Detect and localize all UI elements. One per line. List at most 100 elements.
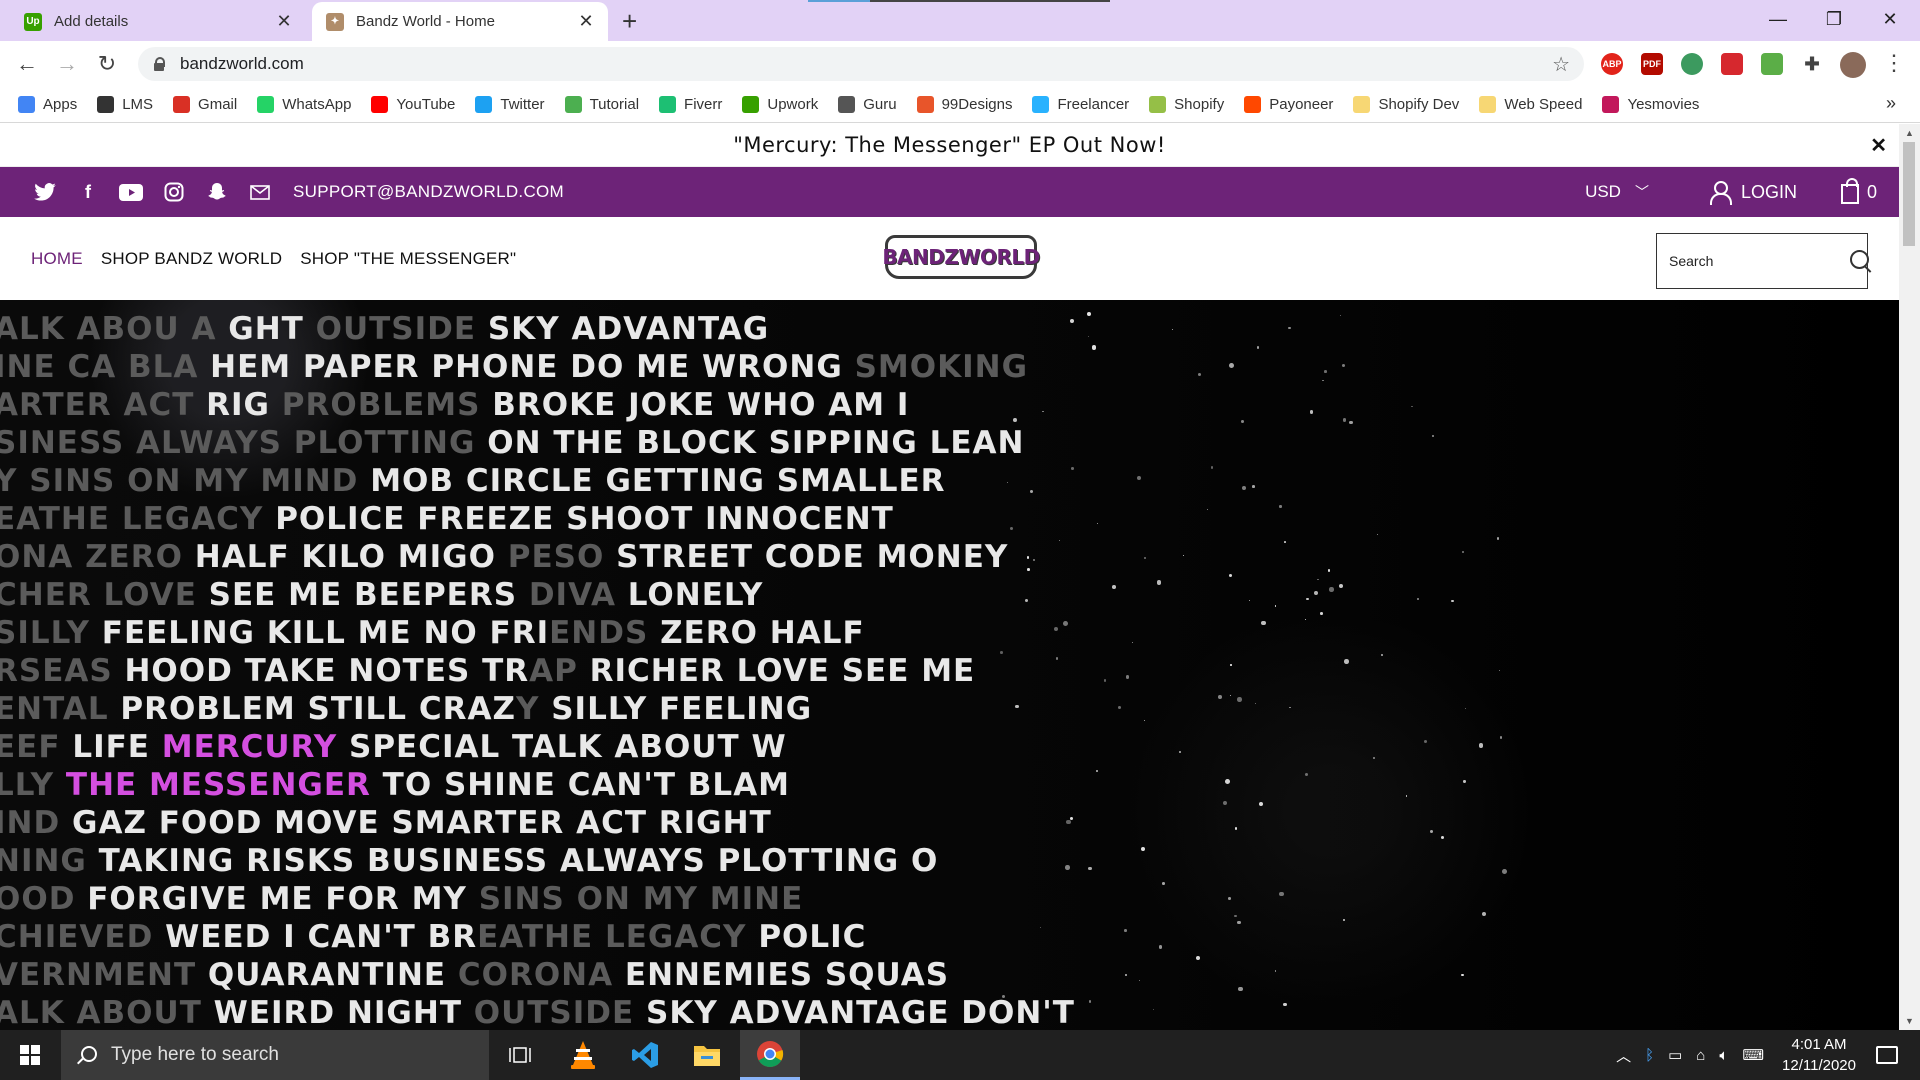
- lyric-segment: SKY ADVANTAG: [487, 311, 770, 347]
- search-icon[interactable]: [1850, 250, 1869, 272]
- bookmark-gmail[interactable]: Gmail: [173, 96, 237, 113]
- url-text[interactable]: bandzworld.com: [180, 54, 1552, 74]
- bookmark-shopify-dev[interactable]: Shopify Dev: [1353, 96, 1459, 113]
- support-email-link[interactable]: SUPPORT@BANDZWORLD.COM: [293, 182, 564, 202]
- bookmark-web-speed[interactable]: Web Speed: [1479, 96, 1582, 113]
- bookmark-tutorial[interactable]: Tutorial: [564, 96, 640, 113]
- close-window-button[interactable]: ✕: [1862, 0, 1918, 38]
- instagram-icon[interactable]: [162, 180, 186, 204]
- network-icon[interactable]: ⌂: [1696, 1047, 1705, 1064]
- menu-item-shop-the-messenger[interactable]: SHOP "THE MESSENGER": [300, 249, 516, 269]
- minimize-button[interactable]: —: [1750, 0, 1806, 38]
- bookmark-youtube[interactable]: YouTube: [371, 96, 455, 113]
- bookmark-shopify[interactable]: Shopify: [1149, 96, 1224, 113]
- site-logo[interactable]: BANDZWORLD: [882, 235, 1040, 279]
- search-box[interactable]: [1656, 233, 1869, 289]
- lyric-line: EEF LIFE MERCURY SPECIAL TALK ABOUT W: [0, 728, 1075, 766]
- login-link[interactable]: LOGIN: [1709, 181, 1797, 205]
- mail-icon[interactable]: [248, 180, 272, 204]
- search-icon: [77, 1046, 97, 1064]
- back-button[interactable]: ←: [12, 49, 42, 79]
- lyric-line: ALK ABOU A GHT OUTSIDE SKY ADVANTAG: [0, 310, 1075, 348]
- twitter-icon[interactable]: [33, 180, 57, 204]
- search-input[interactable]: [1669, 253, 1850, 269]
- cart-button[interactable]: 0: [1840, 178, 1877, 204]
- shopify-extension-icon[interactable]: [1761, 53, 1783, 75]
- system-clock[interactable]: 4:01 AM 12/11/2020: [1782, 1034, 1856, 1076]
- globe-extension-icon[interactable]: [1681, 53, 1703, 75]
- currency-value: USD: [1585, 182, 1621, 201]
- volume-icon[interactable]: 🔈︎: [1719, 1047, 1728, 1064]
- splatter-dot: [1138, 979, 1140, 981]
- scroll-down-arrow-icon[interactable]: ▼: [1905, 1016, 1914, 1026]
- address-bar[interactable]: bandzworld.com ☆: [138, 47, 1584, 81]
- more-bookmarks-icon[interactable]: »: [1886, 93, 1896, 114]
- scrollbar-thumb[interactable]: [1903, 142, 1915, 246]
- bookmark-payoneer[interactable]: Payoneer: [1244, 96, 1333, 113]
- shield-extension-icon[interactable]: [1721, 53, 1743, 75]
- top-utility-bar: f SUPPORT@BANDZWORLD.COM USD ﹀ LOGIN 0: [0, 167, 1899, 217]
- hero-banner[interactable]: ALK ABOU A GHT OUTSIDE SKY ADVANTAG INE C…: [0, 300, 1899, 1030]
- lyric-segment: ON THE BLOCK SIPPING LEAN: [487, 425, 1025, 461]
- restore-button[interactable]: ❐: [1806, 0, 1862, 38]
- bookmark-fiverr[interactable]: Fiverr: [659, 96, 722, 113]
- bookmark-twitter[interactable]: Twitter: [475, 96, 545, 113]
- new-tab-button[interactable]: +: [622, 6, 637, 37]
- vlc-icon[interactable]: [553, 1030, 613, 1080]
- lock-icon[interactable]: [152, 57, 166, 71]
- splatter-dot: [1070, 466, 1074, 470]
- browser-toolbar: ← → ↻ bandzworld.com ☆ ABP PDF ✚ ⋮: [0, 41, 1920, 87]
- payoneer-icon: [1244, 96, 1262, 113]
- bookmark-99designs[interactable]: 99Designs: [916, 96, 1012, 113]
- notification-center-icon[interactable]: [1876, 1046, 1898, 1064]
- bookmark-lms[interactable]: LMS: [97, 96, 153, 113]
- account-tools: USD ﹀ LOGIN 0: [1585, 167, 1899, 217]
- bookmark-yesmovies[interactable]: Yesmovies: [1602, 96, 1699, 113]
- taskbar-search-box[interactable]: Type here to search: [61, 1030, 489, 1080]
- vscode-icon[interactable]: [615, 1030, 675, 1080]
- file-explorer-icon[interactable]: [677, 1030, 737, 1080]
- keyboard-icon[interactable]: ⌨: [1742, 1046, 1764, 1064]
- task-view-icon[interactable]: [490, 1030, 550, 1080]
- start-button[interactable]: [0, 1030, 60, 1080]
- splatter-dot: [1210, 466, 1214, 469]
- close-announcement-icon[interactable]: ✕: [1870, 133, 1887, 158]
- bookmark-star-icon[interactable]: ☆: [1552, 52, 1570, 77]
- snapchat-icon[interactable]: [205, 180, 229, 204]
- currency-selector[interactable]: USD ﹀: [1585, 182, 1649, 202]
- browser-menu-icon[interactable]: ⋮: [1883, 50, 1905, 76]
- chrome-icon[interactable]: [740, 1030, 800, 1080]
- lyric-segment: VERNMENT: [0, 957, 208, 993]
- scroll-up-arrow-icon[interactable]: ▲: [1905, 128, 1914, 138]
- extensions-puzzle-icon[interactable]: ✚: [1801, 53, 1823, 75]
- battery-icon[interactable]: ▭: [1668, 1046, 1682, 1064]
- profile-avatar[interactable]: [1840, 52, 1866, 78]
- youtube-icon[interactable]: [119, 180, 143, 204]
- lyric-segment: SMOKING: [854, 349, 1029, 385]
- page-scrollbar[interactable]: ▲ ▼: [1899, 124, 1920, 1030]
- lyric-segment: DIVA: [528, 577, 628, 613]
- bookmark-guru[interactable]: Guru: [838, 96, 897, 113]
- yesmovies-icon: [1602, 96, 1620, 113]
- adblock-plus-icon[interactable]: ABP: [1601, 53, 1623, 75]
- menu-item-shop-bandz-world[interactable]: SHOP BANDZ WORLD: [101, 249, 282, 269]
- tab-add-details[interactable]: Up Add details ✕: [10, 2, 306, 41]
- bookmark-whatsapp[interactable]: WhatsApp: [257, 96, 351, 113]
- lyric-line: INE CA BLA HEM PAPER PHONE DO ME WRONG S…: [0, 348, 1075, 386]
- bookmark-upwork[interactable]: Upwork: [742, 96, 818, 113]
- bookmark-freelancer[interactable]: Freelancer: [1032, 96, 1129, 113]
- facebook-icon[interactable]: f: [76, 180, 100, 204]
- tab-bandz-world-home[interactable]: ✦ Bandz World - Home ✕: [312, 2, 608, 41]
- close-tab-icon[interactable]: ✕: [574, 11, 598, 32]
- bluetooth-icon[interactable]: ᛒ: [1645, 1047, 1654, 1064]
- bookmark-label: Tutorial: [589, 96, 640, 113]
- lyric-segment: TAKING RISKS BUSINESS ALWAYS PLOTTING O: [98, 843, 939, 879]
- announcement-text[interactable]: "Mercury: The Messenger" EP Out Now!: [733, 133, 1166, 157]
- bookmark-apps[interactable]: Apps: [18, 96, 77, 113]
- reload-button[interactable]: ↻: [92, 49, 122, 79]
- chevron-up-icon[interactable]: ︿: [1616, 1045, 1631, 1066]
- forward-button[interactable]: →: [52, 49, 82, 79]
- menu-item-home[interactable]: HOME: [31, 249, 83, 269]
- close-tab-icon[interactable]: ✕: [272, 11, 296, 32]
- pdf-extension-icon[interactable]: PDF: [1641, 53, 1663, 75]
